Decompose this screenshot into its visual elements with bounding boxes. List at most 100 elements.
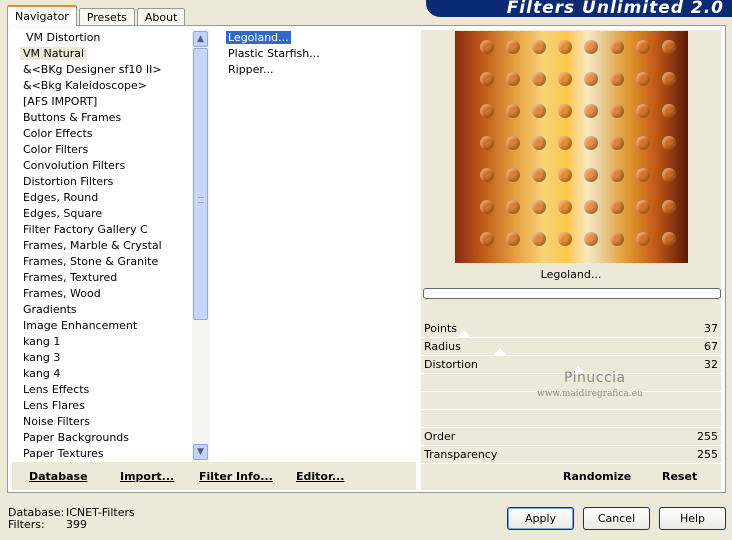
preview-dot <box>532 104 546 118</box>
category-item[interactable]: Color Effects <box>12 126 192 142</box>
preview-dot <box>558 200 572 214</box>
preview-dot <box>662 104 676 118</box>
parameter-slider[interactable]: Order 255 <box>421 428 721 446</box>
category-item-label: [AFS IMPORT] <box>23 95 98 108</box>
title-banner: Filters Unlimited 2.0 <box>426 0 732 17</box>
tab-about[interactable]: About <box>136 8 186 26</box>
category-item[interactable]: Lens Effects <box>12 382 192 398</box>
preview-dot <box>532 136 546 150</box>
category-item[interactable]: Distortion Filters <box>12 174 192 190</box>
preview-dot <box>506 200 520 214</box>
preview-dot <box>584 168 598 182</box>
parameter-label: Transparency <box>424 448 498 461</box>
category-item[interactable]: Edges, Round <box>12 190 192 206</box>
category-item[interactable]: Frames, Stone & Granite <box>12 254 192 270</box>
help-button[interactable]: Help <box>659 507 726 530</box>
category-item[interactable]: Edges, Square <box>12 206 192 222</box>
category-item[interactable]: &<Bkg Kaleidoscope> <box>12 78 192 94</box>
cancel-button[interactable]: Cancel <box>583 507 650 530</box>
filter-list[interactable]: Legoland... Plastic Starfish... Ripper... <box>215 30 415 462</box>
category-item[interactable]: kang 4 <box>12 366 192 382</box>
scroll-down-button[interactable]: ▼ <box>193 444 208 460</box>
preview-dot <box>610 200 624 214</box>
category-scrollbar[interactable]: ▲ ▼ <box>192 30 209 462</box>
tab-presets[interactable]: Presets <box>78 8 135 26</box>
preview-dot <box>662 168 676 182</box>
preview-dot <box>584 104 598 118</box>
editor-button[interactable]: Editor... <box>296 470 344 483</box>
parameter-slider[interactable]: Transparency 255 <box>421 446 721 464</box>
category-item[interactable]: Frames, Textured <box>12 270 192 286</box>
category-item-label: Convolution Filters <box>23 159 126 172</box>
filter-item[interactable]: Ripper... <box>215 62 415 78</box>
filter-item-label: Legoland... <box>226 31 291 44</box>
parameter-label: Radius <box>424 340 461 353</box>
preview-dot <box>636 232 650 246</box>
category-item-label: kang 1 <box>23 335 61 348</box>
category-item[interactable]: VM Natural <box>12 46 192 62</box>
preview-dot <box>558 168 572 182</box>
preview-dot <box>558 232 572 246</box>
preview-dot <box>610 168 624 182</box>
slider-knob-icon[interactable] <box>493 348 507 356</box>
filter-info-button[interactable]: Filter Info... <box>199 470 273 483</box>
category-item[interactable]: Image Enhancement <box>12 318 192 334</box>
category-item[interactable]: [AFS IMPORT] <box>12 94 192 110</box>
category-item[interactable]: Convolution Filters <box>12 158 192 174</box>
category-item[interactable]: Noise Filters <box>12 414 192 430</box>
parameter-slider[interactable]: Radius 67 <box>421 338 721 356</box>
category-item[interactable]: Gradients <box>12 302 192 318</box>
parameter-slider[interactable] <box>421 410 721 428</box>
tab-navigator[interactable]: Navigator <box>7 5 77 26</box>
preview-dot <box>636 168 650 182</box>
filter-item[interactable]: Plastic Starfish... <box>215 46 415 62</box>
preview-dot <box>558 40 572 54</box>
category-item[interactable]: Paper Textures <box>12 446 192 462</box>
progress-bar <box>423 288 721 299</box>
category-item-label: Filter Factory Gallery C <box>23 223 148 236</box>
parameter-value: 255 <box>697 448 718 461</box>
category-item-label: Lens Effects <box>23 383 90 396</box>
preview-dot <box>480 40 494 54</box>
category-item[interactable]: Frames, Wood <box>12 286 192 302</box>
preview-dot <box>480 168 494 182</box>
category-item[interactable]: Frames, Marble & Crystal <box>12 238 192 254</box>
preview-dot <box>662 200 676 214</box>
preview-dot <box>610 136 624 150</box>
status-info: Database: ICNET-Filters Filters: 399 <box>8 507 135 531</box>
slider-knob-icon[interactable] <box>457 330 471 338</box>
category-item[interactable]: VM Distortion <box>12 30 192 46</box>
preview-dot <box>480 72 494 86</box>
preview-dot <box>506 40 520 54</box>
database-button[interactable]: Database <box>29 470 88 483</box>
category-item[interactable]: kang 1 <box>12 334 192 350</box>
preview-dot <box>584 136 598 150</box>
preview-dot <box>506 168 520 182</box>
preview-dot <box>584 200 598 214</box>
category-item-label: Frames, Stone & Granite <box>23 255 159 268</box>
preview-dot <box>532 232 546 246</box>
category-item[interactable]: Buttons & Frames <box>12 110 192 126</box>
randomize-button[interactable]: Randomize <box>563 470 631 483</box>
scroll-up-button[interactable]: ▲ <box>193 31 208 47</box>
category-item[interactable]: &<BKg Designer sf10 II> <box>12 62 192 78</box>
reset-button[interactable]: Reset <box>662 470 697 483</box>
category-item[interactable]: Color Filters <box>12 142 192 158</box>
preview-dot <box>610 104 624 118</box>
category-item[interactable]: kang 3 <box>12 350 192 366</box>
parameter-slider[interactable]: Points 37 <box>421 320 721 338</box>
scroll-thumb[interactable] <box>193 48 208 320</box>
preview-filter-name: Legoland... <box>421 266 721 284</box>
apply-button[interactable]: Apply <box>507 507 574 530</box>
preview-dot <box>480 104 494 118</box>
category-item-label: VM Natural <box>20 47 88 60</box>
category-item[interactable]: Filter Factory Gallery C <box>12 222 192 238</box>
preview-dot <box>636 104 650 118</box>
filter-item[interactable]: Legoland... <box>215 30 415 46</box>
import-button[interactable]: Import... <box>120 470 174 483</box>
category-item[interactable]: Paper Backgrounds <box>12 430 192 446</box>
category-list[interactable]: VM Distortion VM Natural &<BKg Designer sf… <box>12 30 192 462</box>
parameter-label: Points <box>424 322 458 335</box>
category-item[interactable]: Lens Flares <box>12 398 192 414</box>
category-item-label: Gradients <box>23 303 77 316</box>
